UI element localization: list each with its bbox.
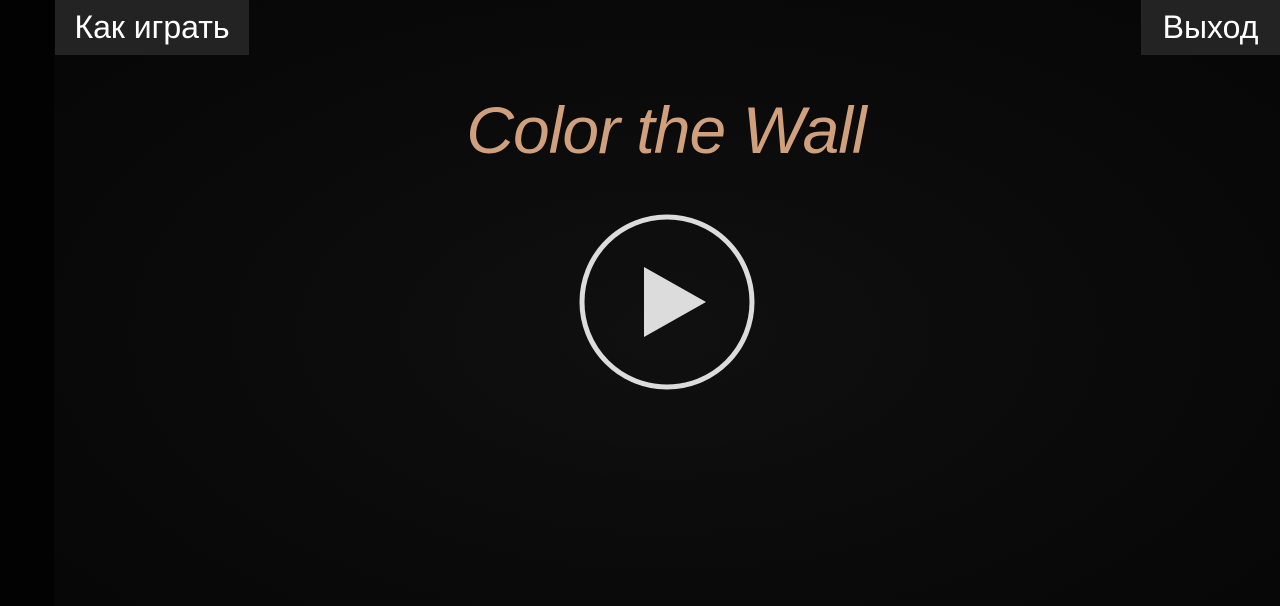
play-icon bbox=[579, 214, 755, 390]
play-button[interactable] bbox=[578, 213, 756, 391]
game-screen: Как играть Выход Color the Wall bbox=[0, 0, 1280, 606]
how-to-play-button[interactable]: Как играть bbox=[55, 0, 249, 55]
exit-button[interactable]: Выход bbox=[1141, 0, 1280, 55]
game-title: Color the Wall bbox=[466, 93, 866, 167]
